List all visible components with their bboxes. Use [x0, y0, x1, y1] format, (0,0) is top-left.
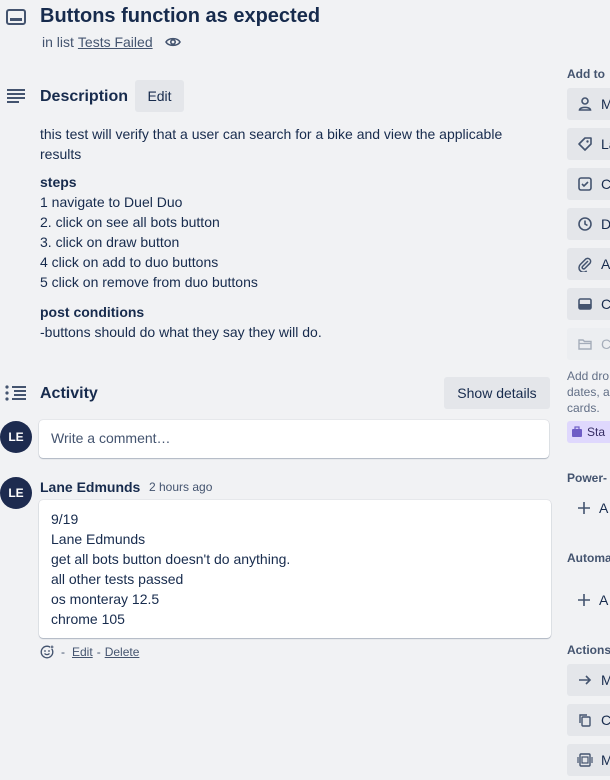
template-icon — [577, 752, 593, 768]
members-label: M — [601, 96, 610, 112]
start-trial-label: Sta — [587, 425, 606, 439]
step-item: 5 click on remove from duo buttons — [40, 274, 258, 290]
description-heading: Description — [40, 88, 129, 105]
separator: - — [96, 645, 101, 659]
dates-label: D — [601, 216, 610, 232]
move-label: M — [601, 672, 610, 688]
copy-button[interactable]: C — [567, 704, 610, 736]
attachment-label: At — [601, 256, 610, 272]
automation-heading: Automa — [567, 551, 610, 565]
step-item: 4 click on add to duo buttons — [40, 254, 219, 270]
plus-icon — [577, 593, 591, 607]
post-conditions-heading: post conditions — [40, 304, 145, 320]
list-location: in list Tests Failed — [42, 34, 181, 50]
activity-icon — [5, 385, 27, 401]
move-button[interactable]: M — [567, 664, 610, 696]
comment-line: Lane Edmunds — [51, 531, 146, 547]
custom-fields-button[interactable]: C — [567, 328, 610, 360]
labels-label: La — [601, 136, 610, 152]
note-line: dates, a — [567, 385, 610, 399]
copy-label: C — [601, 712, 610, 728]
label-icon — [577, 136, 593, 152]
add-reaction-icon[interactable] — [40, 645, 54, 659]
plus-icon — [577, 501, 591, 515]
separator: - — [61, 645, 65, 659]
delete-comment-link[interactable]: Delete — [105, 645, 140, 659]
cover-icon — [577, 296, 593, 312]
step-item: 2. click on see all bots button — [40, 214, 220, 230]
actions-heading: Actions — [567, 643, 610, 657]
checklist-button[interactable]: C — [567, 168, 610, 200]
comment-actions: - Edit - Delete — [40, 645, 139, 659]
upgrade-note: Add dro dates, a cards. — [567, 368, 610, 416]
edit-comment-link[interactable]: Edit — [72, 645, 93, 659]
step-item: 3. click on draw button — [40, 234, 180, 250]
arrow-right-icon — [577, 672, 593, 688]
steps-heading: steps — [40, 174, 77, 190]
comment-line: get all bots button doesn't do anything. — [51, 551, 291, 567]
in-list-label: in list — [42, 34, 74, 50]
list-link[interactable]: Tests Failed — [78, 34, 153, 50]
note-line: cards. — [567, 401, 600, 415]
activity-heading: Activity — [40, 385, 98, 402]
paperclip-icon — [577, 256, 593, 272]
step-item: 1 navigate to Duel Duo — [40, 194, 183, 210]
checklist-label: C — [601, 176, 610, 192]
make-template-label: M — [601, 752, 610, 768]
card-icon — [6, 8, 26, 26]
add-powerups-label: A — [599, 500, 609, 516]
comment-line: all other tests passed — [51, 571, 184, 587]
comment-timestamp[interactable]: 2 hours ago — [149, 480, 212, 494]
copy-icon — [577, 712, 593, 728]
note-line: Add dro — [567, 369, 610, 383]
add-to-card-heading: Add to — [567, 67, 605, 81]
person-icon — [577, 96, 593, 112]
description-body[interactable]: this test will verify that a user can se… — [40, 124, 540, 342]
folder-icon — [577, 336, 593, 352]
checklist-icon — [577, 176, 593, 192]
powerups-heading: Power- — [567, 471, 608, 485]
cover-label: C — [601, 296, 610, 312]
dates-button[interactable]: D — [567, 208, 610, 240]
add-automation-button[interactable]: A — [567, 584, 610, 616]
add-powerups-button[interactable]: A — [567, 492, 610, 524]
add-automation-label: A — [599, 592, 609, 608]
eye-icon[interactable] — [164, 36, 181, 48]
attachment-button[interactable]: At — [567, 248, 610, 280]
description-icon — [6, 88, 26, 104]
custom-fields-label: C — [601, 336, 610, 352]
briefcase-icon — [571, 426, 583, 438]
labels-button[interactable]: La — [567, 128, 610, 160]
description-intro: this test will verify that a user can se… — [40, 126, 503, 162]
card-title[interactable]: Buttons function as expected — [40, 5, 320, 28]
comment-line: chrome 105 — [51, 611, 125, 627]
comment-author[interactable]: Lane Edmunds — [40, 479, 140, 495]
start-trial-chip[interactable]: Sta — [567, 421, 610, 443]
make-template-button[interactable]: M — [567, 744, 610, 776]
comment-line: 9/19 — [51, 511, 79, 527]
comment-author-avatar[interactable]: LE — [0, 477, 32, 509]
members-button[interactable]: M — [567, 88, 610, 120]
show-details-button[interactable]: Show details — [444, 377, 550, 409]
post-conditions-text: -buttons should do what they say they wi… — [40, 324, 322, 340]
comment-line: os monteray 12.5 — [51, 591, 160, 607]
avatar[interactable]: LE — [0, 421, 32, 453]
comment-input[interactable]: Write a comment… — [39, 420, 549, 458]
comment-body: 9/19 Lane Edmunds get all bots button do… — [39, 500, 551, 638]
cover-button[interactable]: C — [567, 288, 610, 320]
clock-icon — [577, 216, 593, 232]
edit-description-button[interactable]: Edit — [135, 80, 184, 112]
